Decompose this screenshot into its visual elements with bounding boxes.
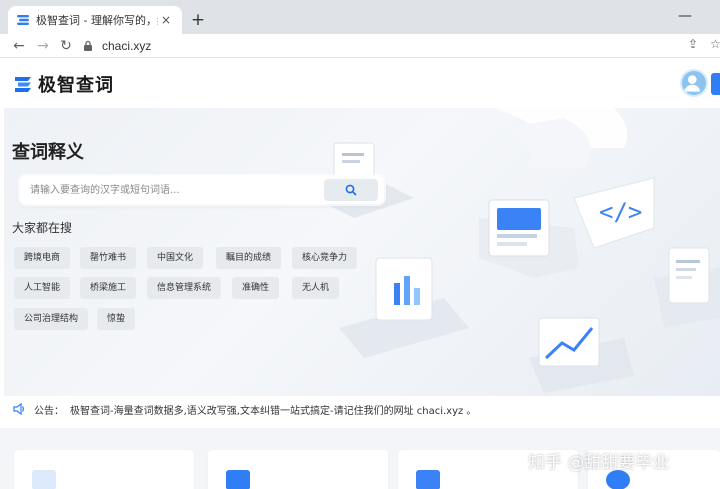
- browser-toolbar: ← → ↻ chaci.xyz ⇪ ☆: [0, 34, 720, 58]
- tab-close-icon[interactable]: ×: [158, 13, 174, 27]
- share-icon[interactable]: ⇪: [688, 37, 698, 51]
- announcement-label: 公告：: [34, 405, 64, 417]
- hero-section: </> 查词释义 大家都在搜 跨境电商 罄竹: [4, 108, 720, 396]
- feature-card[interactable]: [14, 450, 194, 489]
- search-icon: [345, 184, 357, 196]
- login-button[interactable]: [711, 73, 720, 95]
- hot-search-title: 大家都在搜: [12, 221, 73, 235]
- site-header: 极智查词: [0, 59, 720, 108]
- feature-card-icon: [226, 470, 250, 489]
- hot-search-tag[interactable]: 罄竹难书: [80, 247, 137, 269]
- tab-title: 极智查词 - 理解你写的，给你想要: [36, 14, 158, 27]
- forward-arrow-icon[interactable]: →: [34, 37, 52, 55]
- logo-text: 极智查词: [38, 75, 114, 96]
- hot-search-tag[interactable]: 跨境电商: [14, 247, 71, 269]
- window-minimize-button[interactable]: —: [678, 8, 692, 24]
- hot-search-tag[interactable]: 准确性: [232, 277, 280, 299]
- hot-search-tag[interactable]: 公司治理结构: [14, 308, 89, 330]
- browser-tabstrip: 极智查词 - 理解你写的，给你想要 × + —: [0, 0, 720, 34]
- speaker-icon: [13, 402, 24, 416]
- lock-icon: [84, 40, 92, 51]
- address-bar[interactable]: chaci.xyz: [82, 36, 682, 56]
- announcement-bar: 公告： 极智查词-海量查词数据多,语义改写强,文本纠错一站式搞定-请记住我们的网…: [4, 396, 720, 422]
- feature-card-icon: [32, 470, 56, 489]
- browser-tab[interactable]: 极智查词 - 理解你写的，给你想要 ×: [8, 6, 182, 34]
- user-avatar[interactable]: [680, 69, 708, 97]
- site-logo[interactable]: 极智查词: [12, 71, 114, 97]
- search-input[interactable]: [30, 176, 320, 204]
- hot-search-tag[interactable]: 惊蛰: [97, 308, 136, 330]
- hero-illustration: </>: [314, 108, 720, 393]
- announcement-text: 极智查词-海量查词数据多,语义改写强,文本纠错一站式搞定-请记住我们的网址 ch…: [70, 405, 477, 417]
- site-favicon-icon: [17, 15, 29, 25]
- feature-card-icon: [416, 470, 440, 489]
- search-button[interactable]: [324, 179, 378, 201]
- page-title: 查词释义: [12, 142, 84, 163]
- user-avatar-icon: [684, 75, 700, 92]
- logo-mark-icon: [15, 77, 31, 92]
- url-text: chaci.xyz: [102, 39, 152, 53]
- hot-search-tag[interactable]: 核心竞争力: [292, 247, 358, 269]
- search-box: [20, 176, 384, 204]
- watermark-text: 知乎 @甜甜要毕业: [528, 453, 670, 473]
- hot-search-tag[interactable]: 桥梁施工: [80, 277, 137, 299]
- back-arrow-icon[interactable]: ←: [10, 37, 28, 55]
- hot-search-tag[interactable]: 中国文化: [147, 247, 204, 269]
- new-tab-button[interactable]: +: [188, 10, 208, 30]
- feature-card[interactable]: [208, 450, 388, 489]
- svg-text:</>: </>: [599, 198, 642, 226]
- bookmark-star-icon[interactable]: ☆: [710, 37, 720, 51]
- hot-search-tag[interactable]: 无人机: [292, 277, 340, 299]
- reload-icon[interactable]: ↻: [57, 37, 75, 55]
- hot-search-tag[interactable]: 瞩目的成绩: [216, 247, 282, 269]
- hot-search-tag[interactable]: 信息管理系统: [147, 277, 222, 299]
- hot-search-tag[interactable]: 人工智能: [14, 277, 71, 299]
